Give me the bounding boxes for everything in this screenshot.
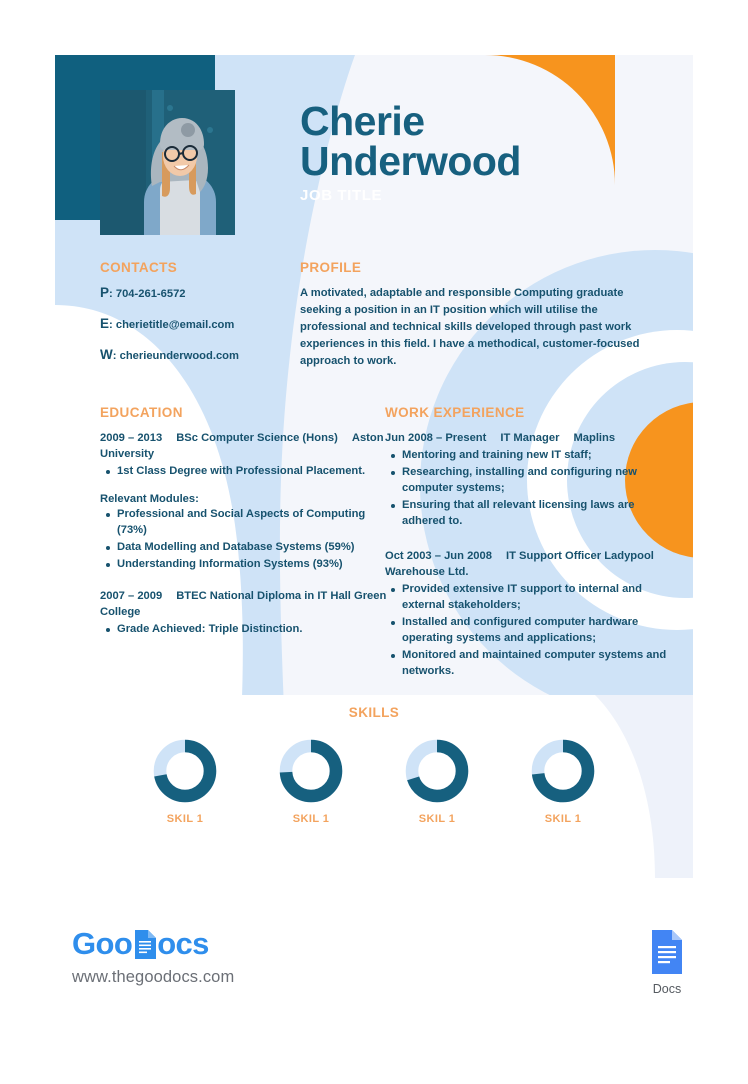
contacts-section: CONTACTS P: 704-261-6572 E: cherietitle@… xyxy=(100,260,295,378)
work-title-2: IT Support Officer xyxy=(505,549,602,562)
donut-chart-1 xyxy=(153,739,217,803)
education-entry: 2009 – 2013 BSc Computer Science (Hons) As… xyxy=(100,430,390,480)
skill-item-3: SKIL 1 xyxy=(404,738,470,825)
contact-website: W: cherieunderwood.com xyxy=(100,347,239,362)
education-period: 2009 – 2013 xyxy=(100,432,163,444)
education-bullets: 1st Class Degree with Professional Place… xyxy=(100,464,390,480)
skills-heading: SKILLS xyxy=(348,705,400,720)
education-modules: Professional and Social Aspects of Compu… xyxy=(100,507,390,573)
donut-chart-2 xyxy=(279,739,343,803)
work-title-1: IT Manager xyxy=(500,432,560,444)
contact-email-key: E xyxy=(100,316,110,331)
list-item: Data Modelling and Database Systems (59%… xyxy=(106,540,390,556)
work-bullets-1: Mentoring and training new IT staff; Res… xyxy=(385,448,675,530)
list-item: Provided extensive IT support to interna… xyxy=(391,582,675,614)
skill-label-4: SKIL 1 xyxy=(544,813,582,825)
contact-website-value[interactable]: cherieunderwood.com xyxy=(120,350,239,362)
skill-label-3: SKIL 1 xyxy=(418,813,456,825)
skill-item-4: SKIL 1 xyxy=(530,738,596,825)
donut-chart-3 xyxy=(405,739,469,803)
goodocs-brand: Goo ocs www.thegoodocs.com xyxy=(72,928,234,987)
profile-photo xyxy=(100,90,235,235)
skills-section: SKILLS SKIL 1 SKIL 1 SKIL 1 SKIL 1 xyxy=(55,705,693,825)
goodocs-logo: Goo ocs xyxy=(72,928,234,959)
list-item: 1st Class Degree with Professional Place… xyxy=(106,464,390,480)
docs-label: Docs xyxy=(652,982,682,996)
contact-phone: P: 704-261-6572 xyxy=(100,285,186,300)
education-title: BSc Computer Science (Hons) xyxy=(176,432,338,444)
footer: Goo ocs www.thegoodocs.com Docs xyxy=(0,900,748,1040)
list-item: Grade Achieved: Triple Distinction. xyxy=(106,622,390,638)
list-item: Professional and Social Aspects of Compu… xyxy=(106,507,390,539)
logo-text-part2: ocs xyxy=(157,926,209,961)
list-item: Installed and configured computer hardwa… xyxy=(391,615,675,647)
modules-label: Relevant Modules: xyxy=(100,493,199,506)
work-period-2: Oct 2003 – Jun 2008 xyxy=(385,549,492,562)
google-docs-icon xyxy=(652,930,682,974)
education-heading: EDUCATION xyxy=(100,405,183,420)
work-entry-2: Oct 2003 – Jun 2008 IT Support Officer La… xyxy=(385,548,675,680)
list-item: Monitored and maintained computer system… xyxy=(391,648,675,680)
education-section: EDUCATION 2009 – 2013 BSc Computer Scienc… xyxy=(100,405,390,651)
skill-item-1: SKIL 1 xyxy=(152,738,218,825)
skill-label-2: SKIL 1 xyxy=(292,813,330,825)
list-item: Mentoring and training new IT staff; xyxy=(391,448,675,464)
education-entry-2: 2007 – 2009 BTEC National Diploma in IT H… xyxy=(100,588,390,638)
list-item: Understanding Information Systems (93%) xyxy=(106,557,390,573)
logo-text-part1: Goo xyxy=(72,926,133,961)
profile-text: A motivated, adaptable and responsible C… xyxy=(300,287,640,368)
work-org-1: Maplins xyxy=(573,432,616,444)
contact-phone-value: 704-261-6572 xyxy=(115,288,186,300)
contact-phone-key: P xyxy=(100,285,110,300)
education-bullets-2: Grade Achieved: Triple Distinction. xyxy=(100,622,390,638)
skill-item-2: SKIL 1 xyxy=(278,738,344,825)
work-entry-1-head: Jun 2008 – Present IT Manager Maplins xyxy=(385,430,675,446)
education-entry-2-head: 2007 – 2009 BTEC National Diploma in IT H… xyxy=(100,588,390,620)
skill-label-1: SKIL 1 xyxy=(166,813,204,825)
last-name: Underwood xyxy=(300,138,521,185)
google-docs-badge[interactable]: Docs xyxy=(645,930,689,996)
page-root: Cherie Underwood JOB TITLE CONTACTS P: 7… xyxy=(0,0,748,1084)
education-title-2: BTEC National Diploma in IT xyxy=(176,590,328,602)
job-title: JOB TITLE xyxy=(300,187,383,205)
work-entry-2-head: Oct 2003 – Jun 2008 IT Support Officer La… xyxy=(385,548,675,580)
contact-email-value[interactable]: cherietitle@email.com xyxy=(116,319,234,331)
contact-email: E: cherietitle@email.com xyxy=(100,316,235,331)
contacts-heading: CONTACTS xyxy=(100,260,178,275)
contact-website-key: W xyxy=(100,347,113,362)
donut-chart-4 xyxy=(531,739,595,803)
skills-donut-row: SKIL 1 SKIL 1 SKIL 1 SKIL 1 xyxy=(55,738,693,825)
education-period-2: 2007 – 2009 xyxy=(100,590,163,602)
work-period-1: Jun 2008 – Present xyxy=(385,432,487,444)
list-item: Researching, installing and configuring … xyxy=(391,465,675,497)
profile-section: PROFILE A motivated, adaptable and respo… xyxy=(300,260,650,370)
work-section: WORK EXPERIENCE Jun 2008 – Present IT Man… xyxy=(385,405,675,693)
education-entry-head: 2009 – 2013 BSc Computer Science (Hons) As… xyxy=(100,430,390,462)
name-block: Cherie Underwood JOB TITLE xyxy=(300,98,670,205)
work-bullets-2: Provided extensive IT support to interna… xyxy=(385,582,675,679)
brand-url[interactable]: www.thegoodocs.com xyxy=(72,968,234,987)
profile-heading: PROFILE xyxy=(300,260,362,275)
work-entry-1: Jun 2008 – Present IT Manager Maplins Ment… xyxy=(385,430,675,530)
document-icon xyxy=(132,928,157,959)
list-item: Ensuring that all relevant licensing law… xyxy=(391,498,675,530)
first-name: Cherie xyxy=(300,98,425,144)
work-heading: WORK EXPERIENCE xyxy=(385,405,525,420)
resume-card: Cherie Underwood JOB TITLE CONTACTS P: 7… xyxy=(55,55,693,878)
